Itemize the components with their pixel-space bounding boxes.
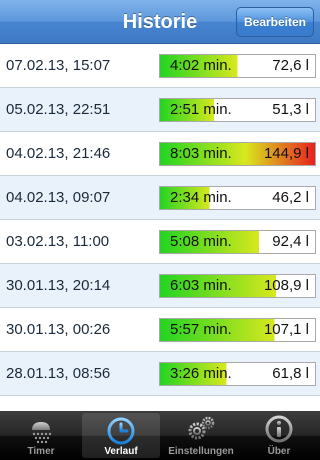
volume-value: 51,3 l — [272, 101, 309, 118]
history-row[interactable]: 04.02.13, 21:46 8:03 min. 144,9 l — [0, 132, 320, 176]
duration-value: 6:03 min. — [170, 277, 232, 294]
navigation-bar: Historie Bearbeiten — [0, 0, 320, 44]
volume-value: 108,9 l — [263, 277, 309, 294]
tab-ueber[interactable]: Über — [240, 411, 318, 460]
clock-icon — [107, 417, 135, 445]
tab-timer[interactable]: Timer — [2, 411, 80, 460]
consumption-bar: 2:34 min. 46,2 l — [159, 186, 316, 210]
duration-value: 5:57 min. — [170, 321, 232, 338]
duration-value: 3:26 min. — [170, 365, 232, 382]
history-date: 05.02.13, 22:51 — [6, 101, 111, 118]
history-row[interactable]: 30.01.13, 20:14 6:03 min. 108,9 l — [0, 264, 320, 308]
consumption-bar: 5:57 min. 107,1 l — [159, 318, 316, 342]
history-date: 04.02.13, 09:07 — [6, 189, 111, 206]
history-date: 07.02.13, 15:07 — [6, 57, 111, 74]
history-date: 03.02.13, 11:00 — [6, 233, 110, 250]
shower-icon — [32, 416, 52, 444]
history-date: 28.01.13, 08:56 — [6, 365, 111, 382]
edit-button[interactable]: Bearbeiten — [236, 7, 314, 37]
history-row[interactable]: 07.02.13, 15:07 4:02 min. 72,6 l — [0, 44, 320, 88]
volume-value: 144,9 l — [263, 145, 309, 162]
tab-bar: Timer Verlauf Einstellungen Über — [0, 411, 320, 460]
history-row[interactable]: 05.02.13, 22:51 2:51 min. 51,3 l — [0, 88, 320, 132]
volume-value: 72,6 l — [272, 57, 309, 74]
tab-label: Über — [267, 446, 291, 457]
volume-value: 92,4 l — [272, 233, 309, 250]
history-row[interactable]: 03.02.13, 11:00 5:08 min. 92,4 l — [0, 220, 320, 264]
consumption-bar: 3:26 min. 61,8 l — [159, 362, 316, 386]
tab-label: Timer — [27, 446, 55, 457]
tab-einstellungen[interactable]: Einstellungen — [162, 411, 240, 460]
consumption-bar: 6:03 min. 108,9 l — [159, 274, 316, 298]
volume-value: 107,1 l — [263, 321, 309, 338]
consumption-bar: 4:02 min. 72,6 l — [159, 54, 316, 78]
history-row[interactable]: 28.01.13, 08:56 3:26 min. 61,8 l — [0, 352, 320, 396]
history-list[interactable]: 07.02.13, 15:07 4:02 min. 72,6 l 05.02.1… — [0, 44, 320, 416]
consumption-bar: 8:03 min. 144,9 l — [159, 142, 316, 166]
consumption-bar: 5:08 min. 92,4 l — [159, 230, 316, 254]
info-icon — [265, 415, 293, 443]
consumption-bar: 2:51 min. 51,3 l — [159, 98, 316, 122]
duration-value: 8:03 min. — [170, 145, 232, 162]
duration-value: 2:51 min. — [170, 101, 232, 118]
history-row[interactable]: 04.02.13, 09:07 2:34 min. 46,2 l — [0, 176, 320, 220]
duration-value: 5:08 min. — [170, 233, 232, 250]
duration-value: 4:02 min. — [170, 57, 232, 74]
volume-value: 46,2 l — [272, 189, 309, 206]
tab-label: Verlauf — [104, 446, 138, 457]
volume-value: 61,8 l — [272, 365, 309, 382]
history-date: 30.01.13, 20:14 — [6, 277, 111, 294]
history-row[interactable]: 30.01.13, 00:26 5:57 min. 107,1 l — [0, 308, 320, 352]
history-date: 30.01.13, 00:26 — [6, 321, 111, 338]
duration-value: 2:34 min. — [170, 189, 232, 206]
tab-verlauf[interactable]: Verlauf — [82, 413, 160, 458]
gears-icon — [188, 416, 215, 440]
history-date: 04.02.13, 21:46 — [6, 145, 111, 162]
tab-label: Einstellungen — [168, 446, 234, 457]
